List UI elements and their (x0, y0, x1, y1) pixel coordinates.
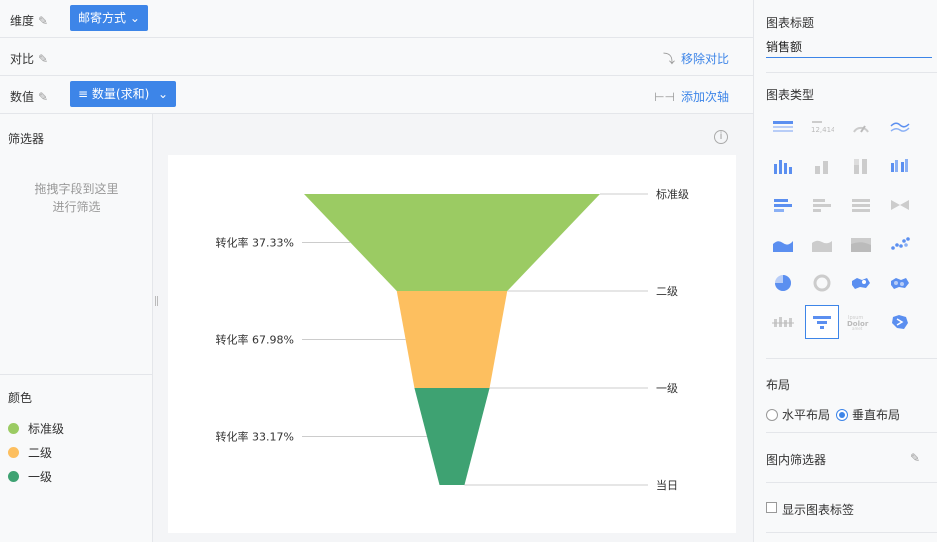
donut-chart-icon[interactable] (805, 266, 839, 300)
filter-hint: 拖拽字段到这里 进行筛选 (0, 180, 153, 216)
resize-handle[interactable] (155, 296, 158, 306)
pencil-icon[interactable]: ✎ (38, 90, 48, 104)
remove-compare-text: 移除对比 (680, 52, 729, 66)
stage-label: 二级 (656, 285, 678, 298)
conversion-label: 转化率 33.17% (216, 430, 294, 444)
dimension-shelf: 维度 ✎ 邮寄方式 ⌄ (0, 0, 753, 38)
value-label: 数值 ✎ (10, 88, 48, 105)
compare-label-text: 对比 (10, 52, 35, 66)
show-labels-checkbox[interactable] (766, 502, 777, 513)
add-secondary-axis-button[interactable]: ⊢⊣ 添加次轴 (654, 88, 729, 105)
show-labels-label[interactable]: 显示图表标签 (782, 501, 854, 518)
inner-filter-label: 图内筛选器 (766, 453, 827, 467)
filter-hint-line2: 进行筛选 (52, 200, 101, 214)
legend-label: 标准级 (28, 421, 65, 436)
dimension-pill[interactable]: 邮寄方式 ⌄ (70, 5, 148, 31)
stage-label: 标准级 (656, 187, 689, 201)
compare-label: 对比 ✎ (10, 50, 48, 67)
main-area: 维度 ✎ 邮寄方式 ⌄ 对比 ✎ ⤵ 移除对比 数值 ✎ ≡ 数量(求和) ⌄ ⊢⊣ 添加… (0, 0, 753, 542)
pencil-icon[interactable]: ✎ (38, 52, 48, 66)
legend-label: 二级 (28, 445, 53, 460)
percent-bar-icon[interactable] (844, 188, 878, 222)
chart-type-label: 图表类型 (766, 88, 815, 102)
line-chart-icon[interactable] (883, 110, 917, 144)
divider (766, 72, 937, 73)
funnel-segment[interactable] (396, 291, 508, 388)
gauge-chart-icon[interactable] (844, 110, 878, 144)
layout-vertical-radio[interactable] (836, 408, 849, 421)
funnel-chart-icon[interactable] (805, 305, 839, 339)
axis-icon: ⊢⊣ (654, 90, 675, 104)
chevron-down-icon[interactable]: ⌄ (158, 81, 168, 107)
chart-card: 标准级二级一级当日 转化率 37.33% 转化率 67.98% 转化率 33.17% (168, 155, 736, 533)
butterfly-chart-icon[interactable] (883, 188, 917, 222)
info-icon[interactable]: i (714, 130, 728, 144)
divider (766, 482, 937, 483)
column-chart-icon[interactable] (766, 149, 800, 183)
value-pill-text: 数量(求和) (91, 87, 150, 101)
divider (766, 358, 937, 359)
dimension-label: 维度 ✎ (10, 12, 48, 29)
stacked-area-icon[interactable] (805, 227, 839, 261)
funnel-chart: 标准级二级一级当日 转化率 37.33% 转化率 67.98% 转化率 33.17% (216, 187, 689, 492)
stacked-column-icon[interactable] (805, 149, 839, 183)
sort-icon: ≡ (78, 87, 89, 101)
value-pill[interactable]: ≡ 数量(求和) ⌄ (70, 81, 176, 107)
conversion-label: 转化率 67.98% (216, 333, 294, 347)
value-shelf: 数值 ✎ ≡ 数量(求和) ⌄ ⊢⊣ 添加次轴 (0, 76, 753, 114)
layout-horizontal-label[interactable]: 水平布局 (782, 406, 830, 423)
chart-title-input[interactable] (766, 36, 932, 58)
color-title: 颜色 (8, 391, 33, 405)
legend-dot (8, 446, 19, 458)
pie-chart-icon[interactable] (766, 266, 800, 300)
stage-label: 一级 (656, 382, 678, 395)
add-secondary-axis-text: 添加次轴 (680, 90, 729, 104)
color-panel: 颜色 标准级 二级 一级 (0, 374, 153, 488)
divider (766, 532, 937, 533)
dimension-pill-text: 邮寄方式 (78, 11, 127, 25)
stage-label: 当日 (656, 478, 678, 492)
remove-compare-button[interactable]: ⤵ 移除对比 (663, 50, 729, 67)
flow-map-icon[interactable] (883, 305, 917, 339)
chart-title-label: 图表标题 (766, 16, 815, 30)
area-chart-icon[interactable] (766, 227, 800, 261)
divider (766, 432, 937, 433)
kpi-chart-icon[interactable]: 12,414 (805, 110, 839, 144)
pencil-icon[interactable]: ✎ (38, 14, 48, 28)
map-chart-icon[interactable] (844, 266, 878, 300)
boxplot-chart-icon[interactable] (766, 305, 800, 339)
remove-compare-icon: ⤵ (662, 52, 675, 66)
legend-label: 一级 (28, 469, 53, 484)
svg-text:12,414: 12,414 (811, 126, 834, 134)
conversion-label: 转化率 37.33% (216, 236, 294, 250)
stacked-bar-icon[interactable] (805, 188, 839, 222)
filter-hint-line1: 拖拽字段到这里 (34, 182, 119, 196)
settings-panel: 图表标题 图表类型 12,414 IpsumDoloramet (753, 0, 937, 542)
layout-horizontal-radio[interactable] (766, 408, 778, 421)
legend-dot (8, 422, 19, 434)
chevron-down-icon[interactable]: ⌄ (130, 11, 140, 25)
filter-panel[interactable]: 筛选器 拖拽字段到这里 进行筛选 颜色 标准级 二级 一级 (0, 114, 153, 542)
legend-item[interactable]: 标准级 (8, 416, 153, 440)
layout-radio-group: 水平布局 垂直布局 (766, 406, 900, 423)
value-label-text: 数值 (10, 90, 35, 104)
legend-dot (8, 470, 19, 482)
percent-column-icon[interactable] (844, 149, 878, 183)
layout-label: 布局 (766, 378, 791, 392)
pencil-icon[interactable]: ✎ (910, 451, 920, 465)
percent-area-icon[interactable] (844, 227, 878, 261)
legend-item[interactable]: 二级 (8, 440, 153, 464)
filter-title: 筛选器 (8, 132, 45, 146)
scatter-chart-icon[interactable] (883, 227, 917, 261)
word-cloud-icon[interactable]: Ipsum Dolor amet (844, 305, 878, 339)
compare-shelf: 对比 ✎ ⤵ 移除对比 (0, 38, 753, 76)
legend-item[interactable]: 一级 (8, 464, 153, 488)
heat-map-icon[interactable] (883, 266, 917, 300)
table-chart-icon[interactable] (766, 110, 800, 144)
bar-chart-icon[interactable] (766, 188, 800, 222)
svg-text:amet: amet (852, 326, 863, 331)
layout-vertical-label[interactable]: 垂直布局 (852, 406, 900, 423)
dimension-label-text: 维度 (10, 14, 35, 28)
grouped-column-icon[interactable] (883, 149, 917, 183)
